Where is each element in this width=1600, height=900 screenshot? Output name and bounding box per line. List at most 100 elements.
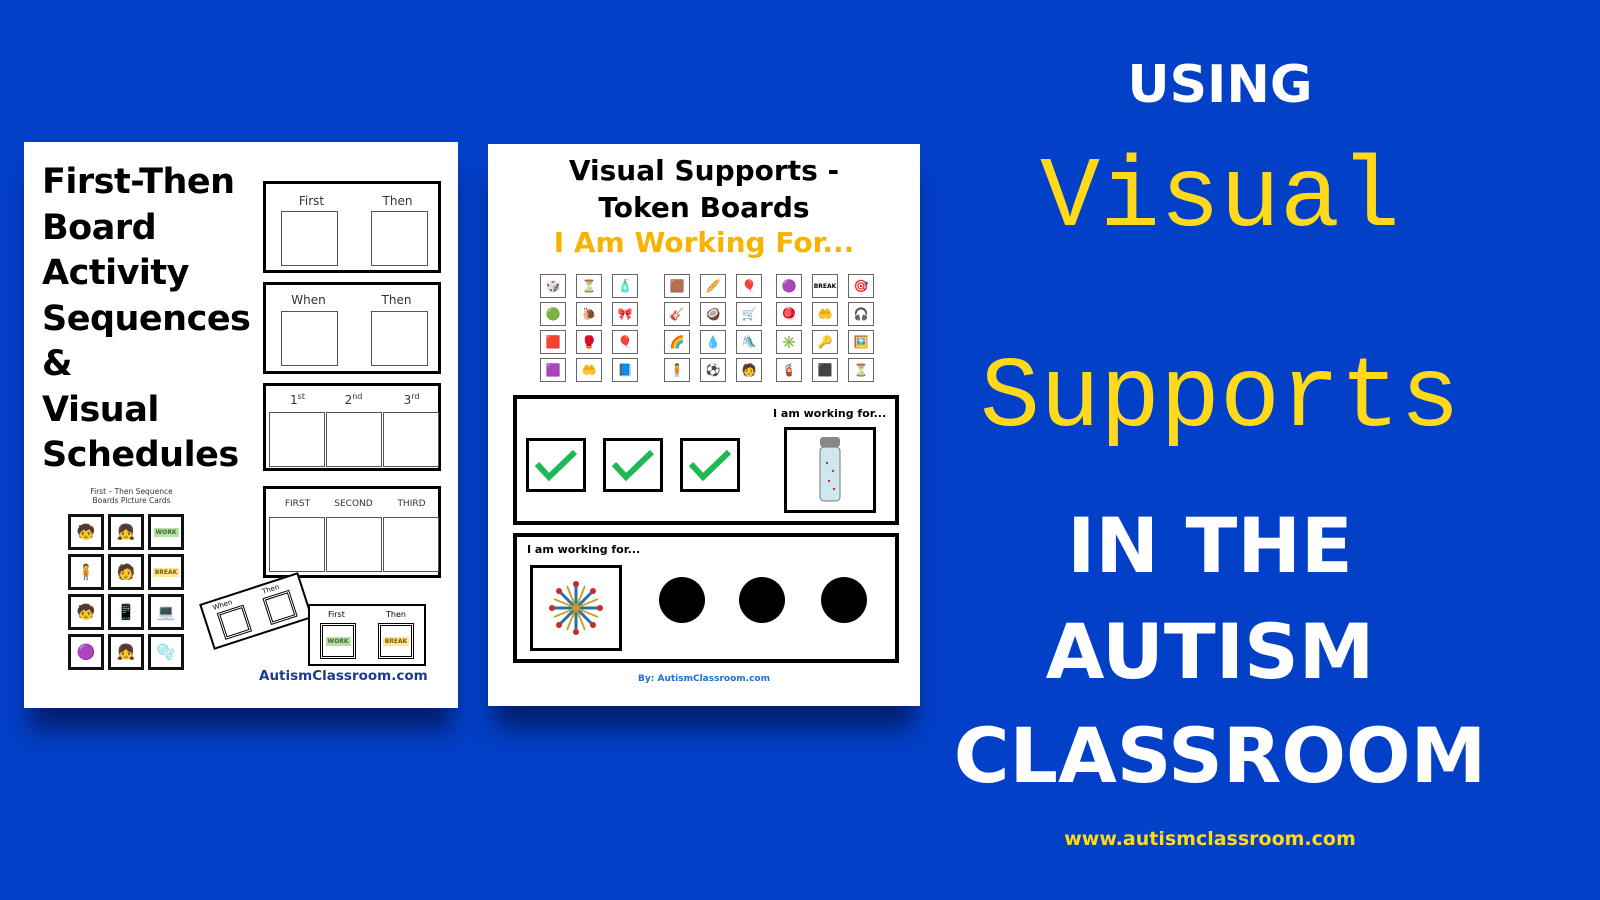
picture-card: 🧑	[108, 554, 144, 590]
picture-slot	[269, 517, 325, 572]
title-line: Sequences	[42, 298, 251, 339]
reinforcer-icon: 🔑	[812, 330, 838, 354]
headline-using: USING	[1127, 55, 1313, 115]
board-label: Then	[386, 610, 406, 619]
reinforcer-icon: 🐌	[576, 302, 602, 326]
reinforcer-icon: 🟫	[664, 274, 690, 298]
reinforcer-icon: ⬛	[812, 358, 838, 382]
reinforcer-icon-grid: 🟣 BREAK 🎯 🪀 🤲 🎧 ✳️ 🔑 🖼️ 🧯 ⬛ ⏳	[776, 274, 874, 382]
reinforcer-icon: 🟣	[776, 274, 802, 298]
picture-slot	[383, 412, 439, 467]
reinforcer-icon: 🎲	[540, 274, 566, 298]
picture-slot	[371, 211, 428, 266]
checkmark-icon	[611, 449, 655, 482]
reinforcer-icon: 🤲	[576, 358, 602, 382]
picture-card: 👧	[108, 514, 144, 550]
checkmark-icon	[688, 449, 732, 482]
reinforcer-icon-grid: 🟫 🥖 🎈 🎸 🥥 🛒 🌈 💧 🛝 🧍 ⚽ 🧑	[664, 274, 762, 382]
reinforcer-icon: ✳️	[776, 330, 802, 354]
page1-title: First-Then Board Activity Sequences & Vi…	[42, 160, 251, 479]
title-line: First-Then	[42, 162, 235, 202]
picture-slot	[383, 517, 439, 572]
reinforcer-icon: 💧	[700, 330, 726, 354]
reinforcer-icon: 🛒	[736, 302, 762, 326]
child-on-mat-icon: 🧍	[76, 563, 96, 581]
picture-card: 🟣	[68, 634, 104, 670]
first-second-third-board: 1st 2nd 3rd	[263, 383, 441, 471]
page2-title: Visual Supports - Token Boards	[488, 152, 920, 226]
mini-first-then-board: First Then WORK BREAK	[308, 604, 426, 666]
website-url[interactable]: www.autismclassroom.com	[930, 828, 1490, 850]
token-check	[603, 438, 663, 492]
reinforcer-icon: ⚽	[700, 358, 726, 382]
title-line: Activity	[42, 253, 189, 293]
picture-card: 🫧	[148, 634, 184, 670]
reinforcer-icon: 🥖	[700, 274, 726, 298]
title-line: Schedules	[42, 435, 239, 475]
board-label: Then	[381, 293, 412, 307]
reinforcer-icon: 🪀	[776, 302, 802, 326]
picture-card: 👧	[108, 634, 144, 670]
picture-slot	[371, 311, 428, 366]
picture-slot	[326, 412, 382, 467]
picture-card: 🧍	[68, 554, 104, 590]
reinforcer-icon: 🎀	[612, 302, 638, 326]
reinforcer-icon: 🟪	[540, 358, 566, 382]
reinforcer-icon: 🟢	[540, 302, 566, 326]
computer-icon: 💻	[156, 603, 176, 621]
reinforcer-icon: 🎸	[664, 302, 690, 326]
checkmark-icon	[534, 449, 578, 482]
picture-card: 🧒	[68, 594, 104, 630]
headline-autism: AUTISM	[1045, 607, 1375, 696]
title-line: &	[42, 344, 73, 384]
headline-classroom: CLASSROOM	[953, 711, 1487, 800]
board-label: First	[298, 194, 325, 208]
reinforcer-icon: ⏳	[848, 358, 874, 382]
board-label: THIRD	[397, 499, 426, 509]
reinforcer-icon: 🥥	[700, 302, 726, 326]
child-at-desk-icon: 🧒	[76, 523, 96, 541]
child-playing-icon: 🧒	[76, 603, 96, 621]
picture-card: 🧒	[68, 514, 104, 550]
picture-slot: BREAK	[378, 623, 414, 659]
sensory-bottle-icon	[819, 437, 841, 502]
sequence-board: FIRST SECOND THIRD	[263, 486, 441, 578]
board-label: When	[291, 293, 326, 307]
working-for-label: I am working for...	[773, 407, 887, 420]
reinforcer-icon: 🎯	[848, 274, 874, 298]
board-label: SECOND	[334, 499, 373, 509]
token-check	[526, 438, 586, 492]
picture-slot	[269, 412, 325, 467]
board-label: 1st	[290, 392, 305, 407]
picture-slot: WORK	[320, 623, 356, 659]
reinforcer-icon: 🧑	[736, 358, 762, 382]
title-line: Visual	[42, 389, 159, 430]
reinforcer-icon: 🟥	[540, 330, 566, 354]
token-boards-document: Visual Supports - Token Boards I Am Work…	[488, 144, 920, 706]
reinforcer-icon: 🧴	[612, 274, 638, 298]
board-label: 2nd	[344, 392, 363, 407]
headline-in-the: IN THE	[1067, 501, 1353, 590]
headline-supports: Supports	[979, 343, 1461, 456]
snack-icon: 👧	[116, 643, 136, 661]
rotated-when-then-card: When Then	[199, 572, 313, 650]
page2-subtitle: I Am Working For...	[553, 226, 855, 259]
picture-card: BREAK	[148, 554, 184, 590]
picture-card: WORK	[148, 514, 184, 550]
token-dot	[659, 577, 705, 623]
picture-card: 📱	[108, 594, 144, 630]
title-line: Board	[42, 207, 157, 248]
reinforcer-icon: 🎧	[848, 302, 874, 326]
reinforcer-icon: 🌈	[664, 330, 690, 354]
fidget-toy-icon: 🟣	[76, 643, 96, 661]
board-label: Then	[382, 194, 413, 208]
child-resting-icon: 🧑	[116, 563, 136, 581]
tablet-icon: 📱	[116, 603, 136, 621]
work-tag: WORK	[325, 636, 351, 646]
reward-picture	[784, 427, 876, 513]
picture-slot	[216, 604, 253, 640]
picture-card: 💻	[148, 594, 184, 630]
break-tag: BREAK	[382, 636, 410, 646]
child-working-icon: 👧	[116, 523, 136, 541]
reinforcer-icon: 🎈	[612, 330, 638, 354]
